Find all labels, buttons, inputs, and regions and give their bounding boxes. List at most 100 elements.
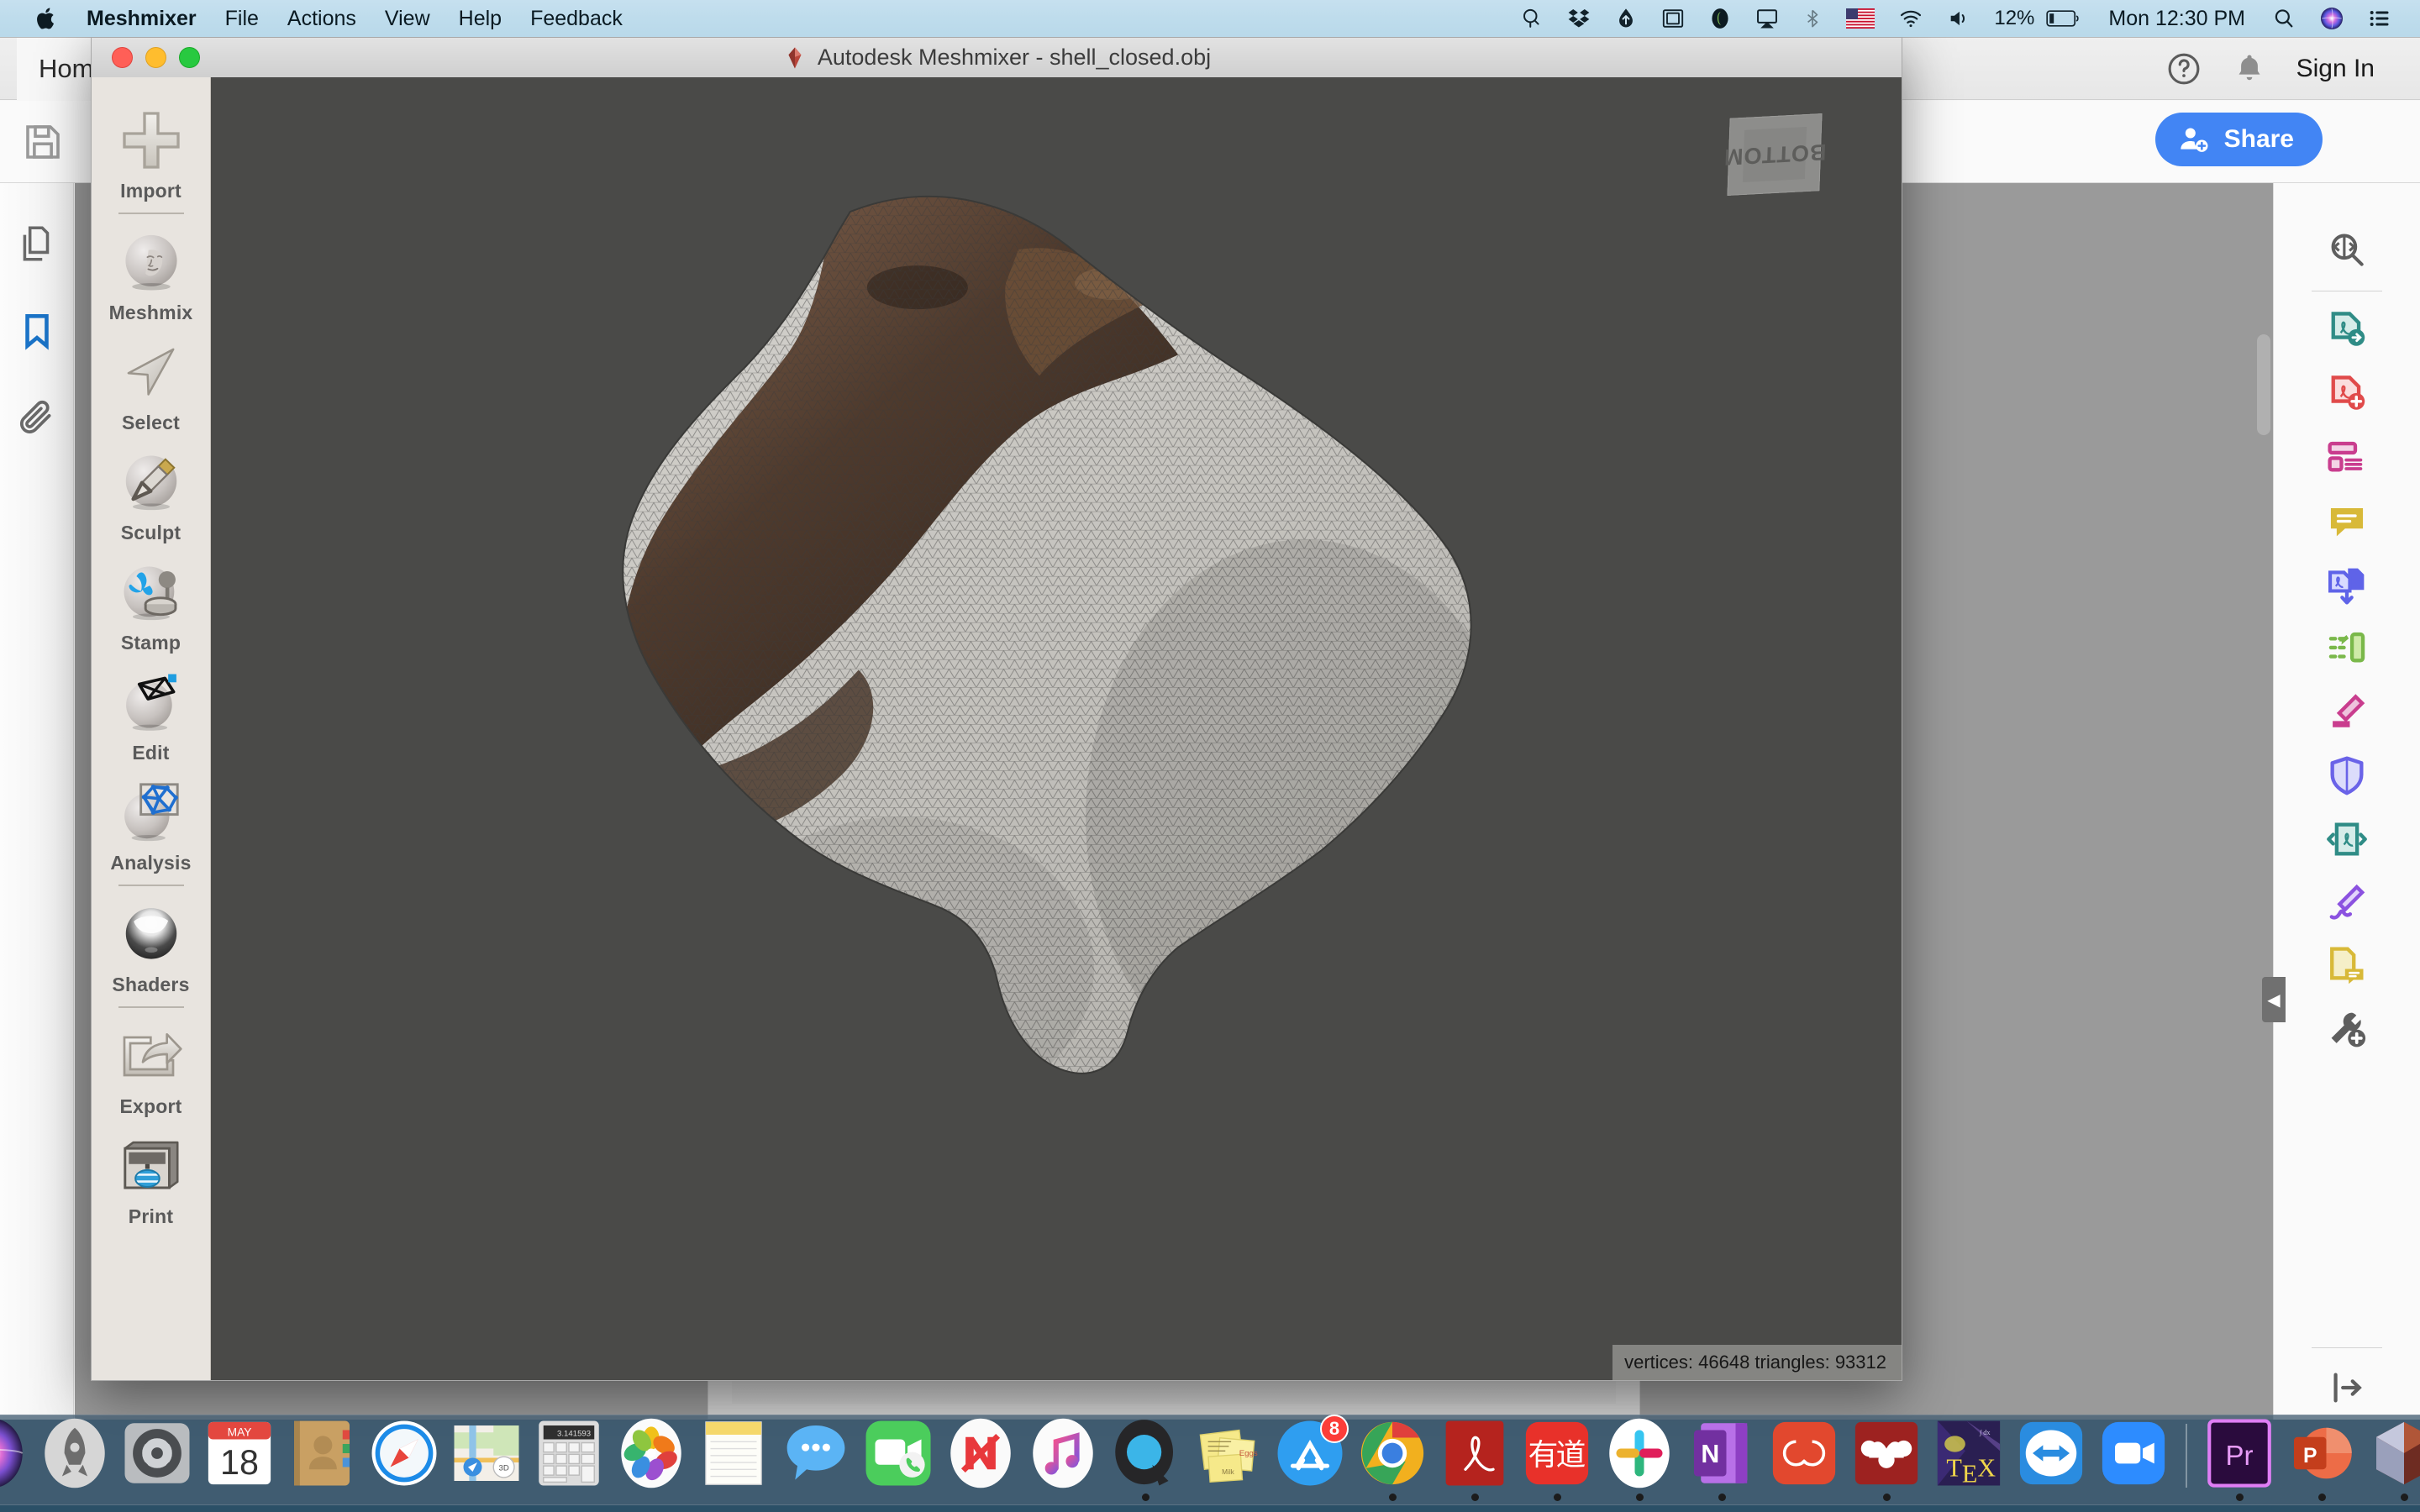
dock-item-calendar[interactable]: MAY 18 [199,1414,280,1501]
dock-item-quicktime[interactable] [1105,1414,1186,1501]
bluetooth-icon[interactable] [1791,0,1834,37]
dock-item-itunes[interactable] [1023,1414,1103,1501]
alfred-search-icon[interactable] [1508,0,1555,37]
sign-in-button[interactable]: Sign In [2296,55,2375,83]
organize-pages-icon[interactable] [2317,617,2376,680]
running-indicator [1060,1494,1067,1501]
dock-item-slack[interactable] [1599,1414,1680,1501]
dock-item-system-preferences[interactable] [117,1414,197,1501]
battery-icon[interactable] [2046,0,2093,37]
dock-item-messages[interactable] [776,1414,856,1501]
tool-select[interactable]: Select [92,328,211,438]
dock-item-texshop[interactable]: TEX ∫ dx [1928,1414,2009,1501]
dock-item-mendeley[interactable] [1846,1414,1927,1501]
meshmixer-3d-viewport[interactable]: BOTTOM vertices: 46648 triangles: 93312 [211,77,1902,1380]
tool-export[interactable]: Export [92,1011,211,1121]
combine-files-icon[interactable] [2317,554,2376,617]
dock-item-contacts[interactable] [281,1414,362,1501]
view-cube[interactable]: BOTTOM [1728,116,1821,193]
apple-logo-icon[interactable] [22,6,72,31]
evernote-icon[interactable] [1697,0,1744,37]
creative-cloud-icon [1767,1416,1841,1490]
notification-bell-icon[interactable] [2231,50,2268,87]
dock-item-stickies[interactable]: Eggs Milk [1187,1414,1268,1501]
redact-icon[interactable] [2317,680,2376,744]
airplay-icon[interactable] [1744,0,1791,37]
wifi-icon[interactable] [1886,0,1935,37]
volume-icon[interactable] [1935,0,1982,37]
dock-item-news[interactable] [940,1414,1021,1501]
menu-bar-clock[interactable]: Mon 12:30 PM [2093,7,2260,31]
notification-center-icon[interactable] [2356,0,2403,37]
fill-and-sign-icon[interactable] [2317,871,2376,935]
compress-pdf-icon[interactable] [2317,807,2376,871]
dock-item-google-chrome[interactable] [1352,1414,1433,1501]
menu-file[interactable]: File [211,0,273,37]
tool-sculpt[interactable]: Sculpt [92,438,211,548]
select-arrow-icon [115,336,187,408]
meshmixer-window[interactable]: Autodesk Meshmixer - shell_closed.obj Im… [91,37,1902,1381]
dock-item-meshmixer[interactable] [2364,1414,2420,1501]
tool-import[interactable]: Import [92,96,211,206]
comment-icon[interactable] [2317,490,2376,554]
spotlight-search-icon[interactable] [2260,0,2307,37]
menu-actions[interactable]: Actions [273,0,371,37]
macos-dock[interactable]: MAY 18 3D [0,1415,2420,1505]
dock-item-siri[interactable] [0,1414,33,1501]
dock-item-creative-cloud[interactable] [1764,1414,1844,1501]
dock-item-onenote[interactable]: N [1681,1414,1762,1501]
bookmark-icon[interactable] [13,307,60,354]
dock-item-adobe-acrobat[interactable] [1434,1414,1515,1501]
attachment-clip-icon[interactable] [13,395,60,442]
dock-item-teamviewer[interactable] [2011,1414,2091,1501]
tool-analysis[interactable]: Analysis [92,768,211,878]
analysis-mesh-icon [115,776,187,848]
collapse-panel-icon[interactable] [2317,1356,2376,1420]
search-compare-icon[interactable] [2317,218,2376,282]
tool-meshmix[interactable]: Meshmix [92,218,211,328]
share-button[interactable]: Share [2155,113,2323,166]
menu-app-name[interactable]: Meshmixer [72,0,211,37]
dock-item-launchpad[interactable] [34,1414,115,1501]
menu-help[interactable]: Help [445,0,516,37]
dock-item-premiere-pro[interactable]: Pr [2199,1414,2280,1501]
dropbox-icon[interactable] [1555,0,1602,37]
itunes-icon [1026,1416,1100,1490]
tool-label: Sculpt [121,522,181,544]
dock-item-maps[interactable]: 3D [446,1414,527,1501]
help-circle-icon[interactable] [2165,50,2202,87]
export-pdf-icon[interactable] [2317,299,2376,363]
dock-item-powerpoint[interactable]: P [2281,1414,2362,1501]
view-cube-face[interactable]: BOTTOM [1727,113,1822,196]
meshmixer-title-bar[interactable]: Autodesk Meshmixer - shell_closed.obj [91,37,1902,77]
backup-upload-icon[interactable] [1602,0,1649,37]
mesh-model-render[interactable] [211,77,1902,1380]
dock-item-calculator[interactable]: 3.141593 [529,1414,609,1501]
more-tools-icon[interactable] [2317,998,2376,1062]
us-flag-input-icon[interactable] [1834,0,1886,37]
menu-view[interactable]: View [371,0,445,37]
protect-icon[interactable] [2317,744,2376,808]
create-pdf-icon[interactable] [2317,363,2376,427]
copy-pages-icon[interactable] [13,220,60,267]
tool-stamp[interactable]: Stamp [92,548,211,658]
edit-pdf-icon[interactable] [2317,427,2376,491]
send-for-comments-icon[interactable] [2317,934,2376,998]
dock-item-notes[interactable] [693,1414,774,1501]
macos-menu-bar[interactable]: Meshmixer File Actions View Help Feedbac… [0,0,2420,37]
dock-item-safari[interactable] [364,1414,445,1501]
dock-item-facetime[interactable] [858,1414,939,1501]
document-scrollbar[interactable] [2257,334,2270,435]
dock-item-photos[interactable] [611,1414,692,1501]
tool-shaders[interactable]: Shaders [92,890,211,1000]
tool-edit[interactable]: Edit [92,658,211,768]
dock-item-app-store[interactable]: 8 [1270,1414,1350,1501]
save-floppy-icon[interactable] [20,119,66,165]
siri-icon[interactable] [2307,0,2356,37]
tool-print[interactable]: Print [92,1121,211,1231]
dock-item-zoom[interactable] [2093,1414,2174,1501]
menu-feedback[interactable]: Feedback [516,0,637,37]
dock-item-youdao-dictionary[interactable]: 有 道 [1517,1414,1597,1501]
display-mirror-icon[interactable] [1649,0,1697,37]
panel-collapse-handle-icon[interactable]: ◀ [2262,977,2286,1022]
